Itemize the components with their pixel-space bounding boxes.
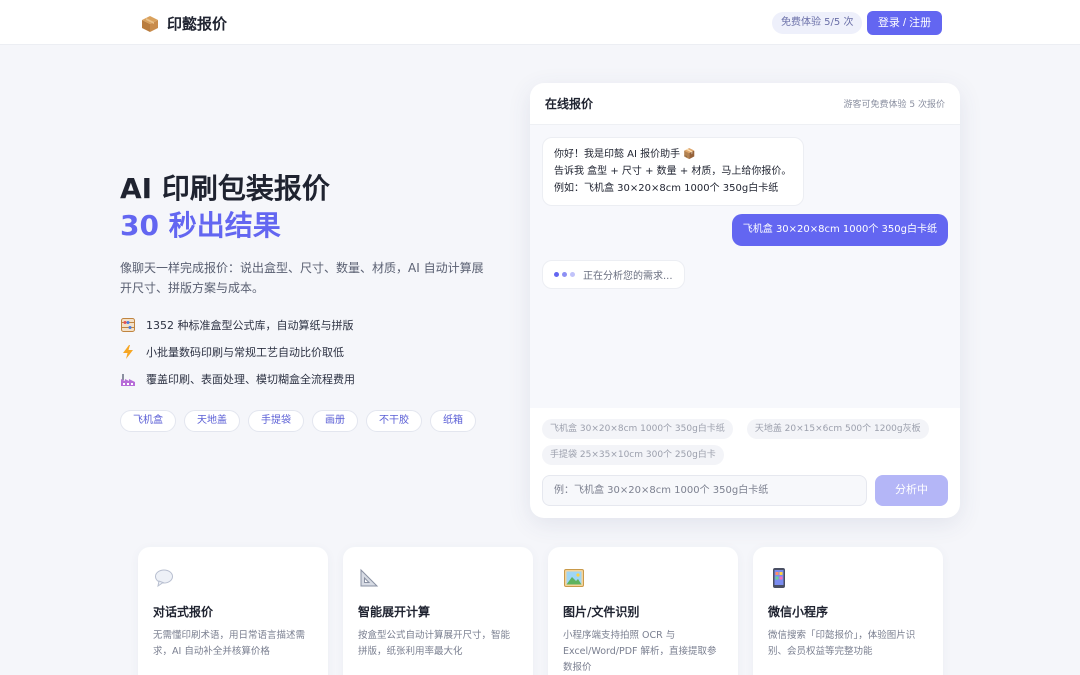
- feature-text: 覆盖印刷、表面处理、模切糊盒全流程费用: [146, 373, 355, 386]
- feature-item: 覆盖印刷、表面处理、模切糊盒全流程费用: [120, 371, 355, 387]
- guest-note: 游客可免费体验 5 次报价: [843, 100, 945, 110]
- quote-input[interactable]: [542, 475, 867, 506]
- chat-title: 在线报价: [545, 97, 594, 111]
- feature-item: 1352 种标准盒型公式库，自动算纸与拼版: [120, 317, 354, 333]
- hero-title: AI 印刷包装报价: [120, 172, 330, 205]
- free-quota-badge: 免费体验 5/5 次: [772, 12, 863, 34]
- ruler-triangle-icon: [360, 568, 379, 587]
- brand-name: 印懿报价: [167, 15, 228, 33]
- logo[interactable]: 印懿报价: [141, 13, 227, 34]
- card-description: 按盒型公式自动计算展开尺寸，智能拼版，纸张利用率最大化: [358, 630, 511, 657]
- box-type-tags: 飞机盒 天地盖 手提袋 画册 不干胶 纸箱: [120, 410, 476, 432]
- picture-icon: [564, 569, 584, 587]
- bot-message-line: 告诉我 盒型 + 尺寸 + 数量 + 材质，马上给你报价。: [554, 166, 792, 177]
- tag-brochure[interactable]: 画册: [312, 410, 358, 432]
- card-description: 无需懂印刷术语，用日常语言描述需求，AI 自动补全并核算价格: [153, 630, 306, 657]
- card-title: 智能展开计算: [358, 605, 431, 619]
- mobile-phone-icon: [773, 568, 785, 588]
- card-title: 图片/文件识别: [563, 605, 640, 619]
- hero-description: 像聊天一样完成报价：说出盒型、尺寸、数量、材质，AI 自动计算展开尺寸、拼版方案…: [120, 261, 484, 295]
- tag-carton[interactable]: 纸箱: [430, 410, 476, 432]
- hero-subtitle: 30 秒出结果: [120, 209, 281, 242]
- card-description: 微信搜索「印懿报价」，体验图片识别、会员权益等完整功能: [768, 630, 916, 657]
- suggestion-chips: 飞机盒 30×20×8cm 1000个 350g白卡纸 天地盖 20×15×6c…: [542, 419, 952, 465]
- feature-text: 小批量数码印刷与常规工艺自动比价取低: [146, 346, 344, 359]
- card-title: 对话式报价: [153, 605, 214, 619]
- suggestion-chip[interactable]: 手提袋 25×35×10cm 300个 250g白卡: [542, 445, 724, 465]
- login-register-button[interactable]: 登录 / 注册: [867, 11, 942, 35]
- feature-card: 图片/文件识别 小程序端支持拍照 OCR 与 Excel/Word/PDF 解析…: [548, 547, 738, 675]
- tag-handbag[interactable]: 手提袋: [248, 410, 304, 432]
- analyze-button[interactable]: 分析中: [875, 475, 948, 506]
- user-message: 飞机盒 30×20×8cm 1000个 350g白卡纸: [731, 214, 948, 246]
- feature-text: 1352 种标准盒型公式库，自动算纸与拼版: [146, 319, 354, 332]
- feature-card: 微信小程序 微信搜索「印懿报价」，体验图片识别、会员权益等完整功能: [753, 547, 943, 675]
- typing-text: 正在分析您的需求...: [583, 271, 673, 282]
- suggestion-chip[interactable]: 天地盖 20×15×6cm 500个 1200g灰板: [746, 419, 929, 439]
- chat-header: 在线报价 游客可免费体验 5 次报价: [530, 83, 960, 125]
- factory-icon: [121, 374, 135, 386]
- feature-item: 小批量数码印刷与常规工艺自动比价取低: [120, 344, 344, 360]
- speech-bubble-icon: [155, 569, 173, 588]
- feature-card: 对话式报价 无需懂印刷术语，用日常语言描述需求，AI 自动补全并核算价格: [138, 547, 328, 675]
- bot-message: 你好！我是印懿 AI 报价助手 📦 告诉我 盒型 + 尺寸 + 数量 + 材质，…: [542, 137, 804, 206]
- tag-sticker[interactable]: 不干胶: [366, 410, 422, 432]
- feature-card: 智能展开计算 按盒型公式自动计算展开尺寸，智能拼版，纸张利用率最大化: [343, 547, 533, 675]
- feature-cards: 对话式报价 无需懂印刷术语，用日常语言描述需求，AI 自动补全并核算价格 智能展…: [138, 547, 943, 675]
- typing-indicator: 正在分析您的需求...: [542, 260, 685, 289]
- tag-airplane-box[interactable]: 飞机盒: [120, 410, 176, 432]
- suggestion-chip[interactable]: 飞机盒 30×20×8cm 1000个 350g白卡纸: [542, 419, 733, 439]
- tag-lid-box[interactable]: 天地盖: [184, 410, 240, 432]
- package-box-icon: [142, 15, 158, 32]
- bot-message-line: 你好！我是印懿 AI 报价助手 📦: [554, 149, 696, 160]
- online-quote-chat: 在线报价 游客可免费体验 5 次报价 你好！我是印懿 AI 报价助手 📦 告诉我…: [530, 83, 960, 518]
- top-navbar: 印懿报价 免费体验 5/5 次 登录 / 注册: [0, 0, 1080, 45]
- card-description: 小程序端支持拍照 OCR 与 Excel/Word/PDF 解析，直接提取参数报…: [563, 630, 717, 673]
- chat-messages[interactable]: 你好！我是印懿 AI 报价助手 📦 告诉我 盒型 + 尺寸 + 数量 + 材质，…: [530, 125, 960, 408]
- bot-message-line: 例如：飞机盒 30×20×8cm 1000个 350g白卡纸: [554, 183, 779, 194]
- card-title: 微信小程序: [768, 605, 829, 619]
- loading-dots-icon: [554, 272, 575, 277]
- abacus-icon: [121, 318, 135, 332]
- lightning-icon: [123, 345, 133, 359]
